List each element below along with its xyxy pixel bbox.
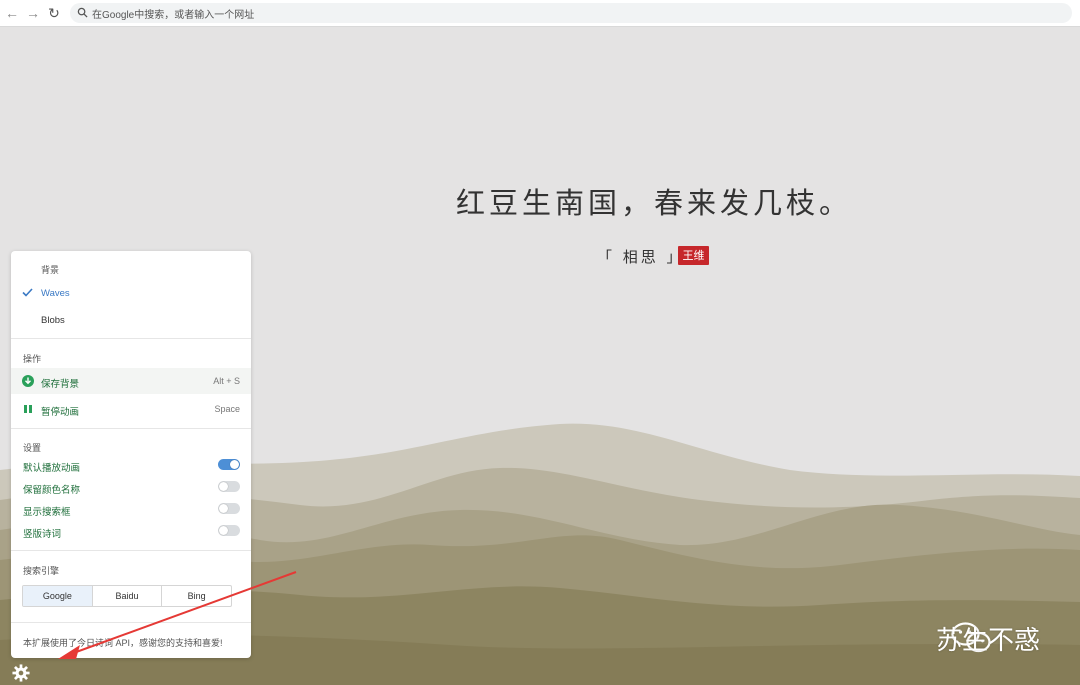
gear-icon[interactable] — [12, 664, 30, 682]
annotation-arrow — [58, 571, 297, 659]
watermark-text: 苏生不惑 — [936, 625, 1041, 655]
